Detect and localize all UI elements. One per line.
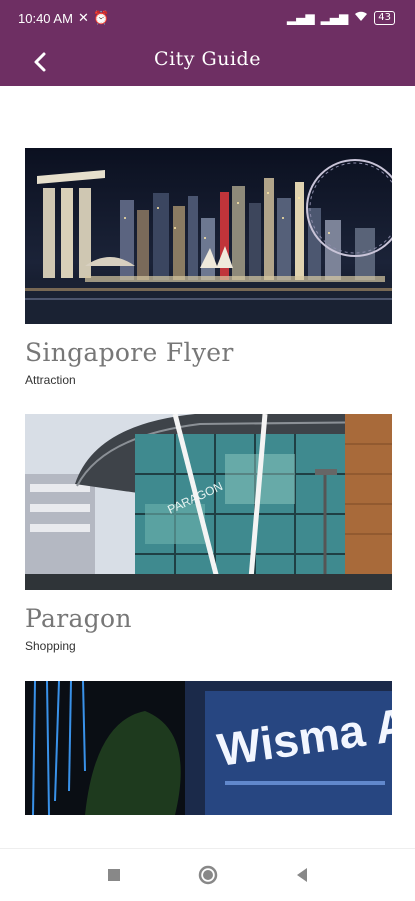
- signal-icon: ▂▄▆: [320, 10, 349, 25]
- place-card[interactable]: Wisma Atria: [25, 681, 392, 815]
- home-button[interactable]: [196, 863, 220, 887]
- place-name: Paragon: [25, 604, 132, 633]
- wifi-icon: [354, 10, 368, 25]
- place-card[interactable]: Singapore Flyer Attraction: [25, 148, 392, 387]
- place-image: [25, 148, 392, 324]
- place-name: Singapore Flyer: [25, 338, 234, 367]
- recent-apps-button[interactable]: [102, 863, 126, 887]
- status-time: 10:40 AM: [18, 11, 73, 26]
- app-bar: City Guide: [0, 38, 415, 86]
- circle-icon: [198, 865, 218, 885]
- page-title: City Guide: [154, 48, 261, 70]
- system-back-button[interactable]: [290, 863, 314, 887]
- place-category: Attraction: [25, 373, 76, 387]
- status-notification-icons: ✕ ⏰: [78, 11, 110, 26]
- place-image: PARAGON: [25, 414, 392, 590]
- status-right-icons: ▂▄▆ ▂▄▆ 43: [287, 10, 395, 25]
- place-card[interactable]: PARAGON Paragon Shopping: [25, 414, 392, 653]
- place-category: Shopping: [25, 639, 76, 653]
- place-image: Wisma Atria: [25, 681, 392, 815]
- status-bar: 10:40 AM ✕ ⏰ ▂▄▆ ▂▄▆ 43: [0, 0, 415, 38]
- signal-icon: ▂▄▆: [286, 10, 315, 25]
- triangle-left-icon: [297, 868, 307, 882]
- square-icon: [108, 869, 120, 881]
- system-nav-bar: [0, 848, 415, 901]
- battery-icon: 43: [374, 10, 395, 25]
